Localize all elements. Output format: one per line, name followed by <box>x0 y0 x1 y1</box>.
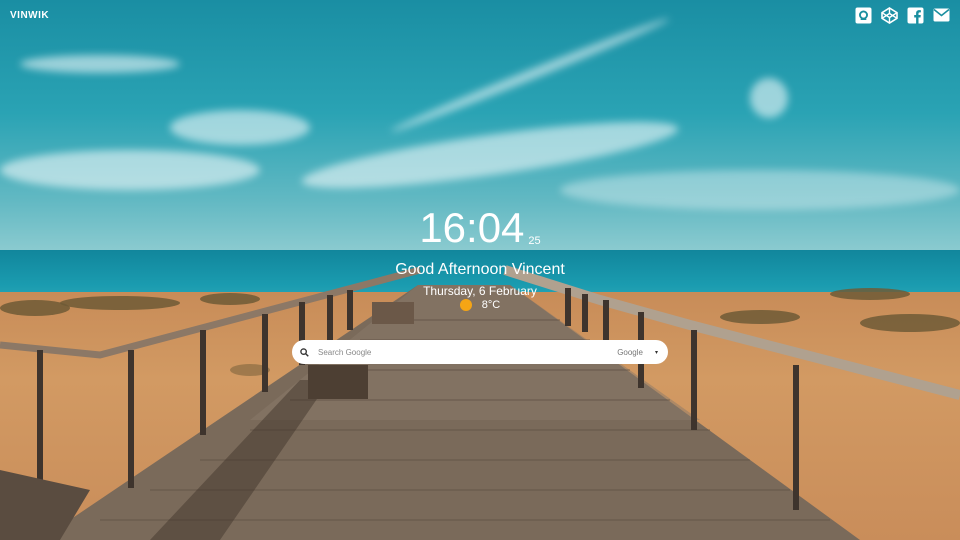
codepen-icon[interactable] <box>880 6 898 24</box>
weather-widget: 8°C <box>0 299 960 311</box>
github-icon[interactable] <box>854 6 872 24</box>
clock-seconds: 25 <box>528 235 541 247</box>
brand-logo[interactable]: VINWIK <box>10 10 49 21</box>
search-engine-label: Google <box>617 347 643 357</box>
greeting-text: Good Afternoon Vincent <box>395 261 565 278</box>
search-icon <box>300 346 312 358</box>
clock-time: 16:04 <box>419 204 525 251</box>
clock: 16:04 25 <box>0 204 960 252</box>
search-engine-select[interactable]: Google ▾ <box>617 348 658 357</box>
social-links <box>854 6 950 24</box>
mail-icon[interactable] <box>932 6 950 24</box>
chevron-down-icon: ▾ <box>654 349 658 356</box>
sun-icon <box>459 299 472 311</box>
new-tab-page: VINWIK 16:04 25 Good Afternoon Vincent T… <box>0 0 960 540</box>
search-bar[interactable]: Google ▾ <box>292 340 668 364</box>
search-input[interactable] <box>318 347 618 357</box>
weather-temperature: 8°C <box>481 299 501 311</box>
facebook-icon[interactable] <box>906 6 924 24</box>
date-text: Thursday, 6 February <box>423 284 537 298</box>
